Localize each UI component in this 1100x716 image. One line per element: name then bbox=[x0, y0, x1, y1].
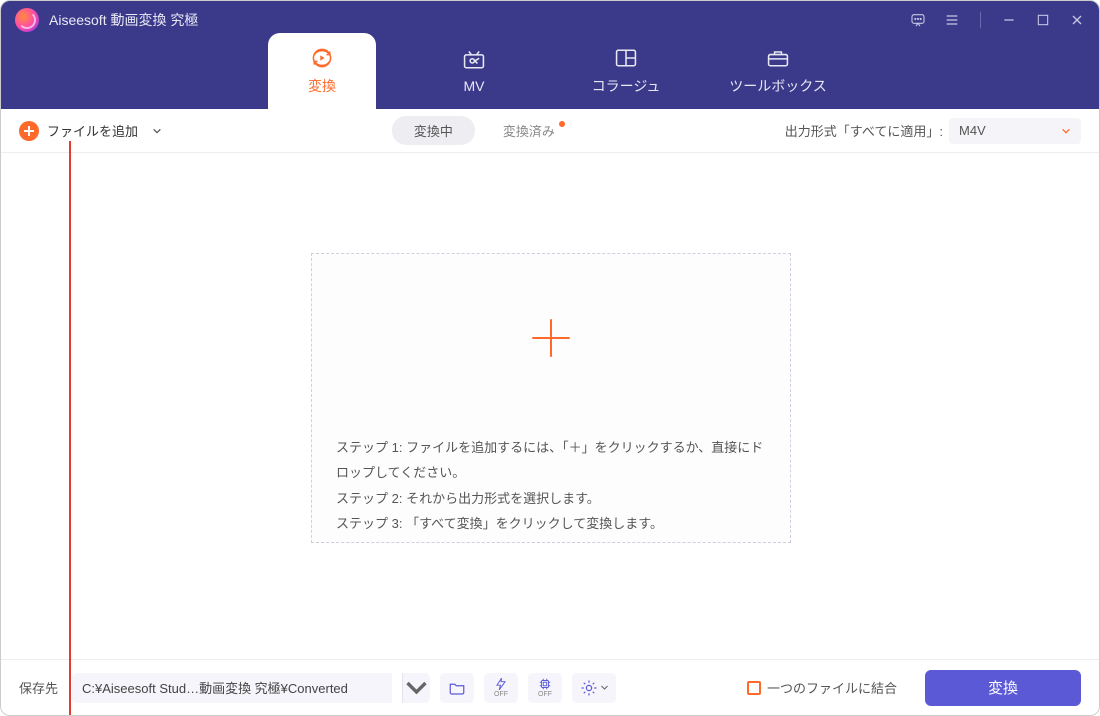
settings-button[interactable] bbox=[572, 673, 616, 703]
dropzone[interactable]: ステップ 1: ファイルを追加するには、「＋」をクリックするか、直接にドロップし… bbox=[311, 253, 791, 543]
collage-icon bbox=[612, 46, 640, 70]
dropzone-add-button[interactable] bbox=[312, 254, 790, 421]
merge-label: 一つのファイルに結合 bbox=[767, 678, 897, 697]
add-file-label: ファイルを追加 bbox=[47, 121, 138, 140]
checkbox-icon bbox=[747, 681, 761, 695]
output-format-label: 出力形式「すべてに適用」: bbox=[785, 121, 943, 140]
maximize-button[interactable] bbox=[1035, 12, 1051, 28]
high-speed-state: OFF bbox=[494, 691, 508, 698]
add-file-button[interactable]: ファイルを追加 bbox=[19, 121, 162, 141]
merge-checkbox[interactable]: 一つのファイルに結合 bbox=[747, 678, 897, 697]
tab-label: コラージュ bbox=[592, 76, 661, 96]
gear-icon bbox=[580, 679, 598, 697]
chevron-down-icon bbox=[1061, 126, 1071, 136]
output-path-field[interactable]: C:¥Aiseesoft Stud…動画変換 究極¥Converted bbox=[72, 673, 392, 703]
step-3: ステップ 3: 「すべて変換」をクリックして変換します。 bbox=[336, 511, 766, 536]
plus-icon bbox=[527, 314, 575, 362]
gpu-accel-toggle[interactable]: OFF bbox=[528, 673, 562, 703]
chevron-down-icon bbox=[600, 683, 609, 692]
save-to-label: 保存先 bbox=[19, 678, 58, 697]
tab-convert[interactable]: 変換 bbox=[268, 33, 376, 109]
folder-icon bbox=[448, 679, 466, 697]
close-button[interactable] bbox=[1069, 12, 1085, 28]
app-title: Aiseesoft 動画変換 究極 bbox=[49, 10, 198, 30]
convert-all-button[interactable]: 変換 bbox=[925, 670, 1081, 706]
gpu-state: OFF bbox=[538, 691, 552, 698]
output-path-dropdown[interactable] bbox=[402, 673, 430, 703]
menu-icon[interactable] bbox=[944, 12, 960, 28]
notification-dot bbox=[559, 121, 565, 127]
chip-icon bbox=[538, 677, 552, 691]
chevron-down-icon[interactable] bbox=[152, 126, 162, 136]
app-logo bbox=[15, 8, 39, 32]
tab-label: ツールボックス bbox=[729, 76, 827, 96]
high-speed-toggle[interactable]: OFF bbox=[484, 673, 518, 703]
toolbox-icon bbox=[764, 46, 792, 70]
convert-icon bbox=[308, 46, 336, 70]
segment-converted[interactable]: 変換済み bbox=[503, 121, 555, 140]
segment-converting[interactable]: 変換中 bbox=[392, 116, 475, 145]
step-1: ステップ 1: ファイルを追加するには、「＋」をクリックするか、直接にドロップし… bbox=[336, 435, 766, 486]
output-format-value: M4V bbox=[959, 123, 986, 138]
tab-label: MV bbox=[464, 78, 485, 94]
tab-toolbox[interactable]: ツールボックス bbox=[724, 33, 832, 109]
output-format-select[interactable]: M4V bbox=[949, 118, 1081, 144]
step-2: ステップ 2: それから出力形式を選択します。 bbox=[336, 486, 766, 511]
lightning-icon bbox=[494, 677, 508, 691]
open-folder-button[interactable] bbox=[440, 673, 474, 703]
feedback-icon[interactable] bbox=[910, 12, 926, 28]
tab-collage[interactable]: コラージュ bbox=[572, 33, 680, 109]
separator bbox=[980, 12, 981, 28]
mv-icon bbox=[460, 48, 488, 72]
dropzone-steps: ステップ 1: ファイルを追加するには、「＋」をクリックするか、直接にドロップし… bbox=[312, 421, 790, 554]
plus-icon bbox=[19, 121, 39, 141]
tab-label: 変換 bbox=[308, 76, 336, 96]
segment-converted-label: 変換済み bbox=[503, 124, 555, 139]
convert-label: 変換 bbox=[988, 677, 1018, 698]
tab-mv[interactable]: MV bbox=[420, 33, 528, 109]
chevron-down-icon bbox=[403, 674, 430, 701]
minimize-button[interactable] bbox=[1001, 12, 1017, 28]
